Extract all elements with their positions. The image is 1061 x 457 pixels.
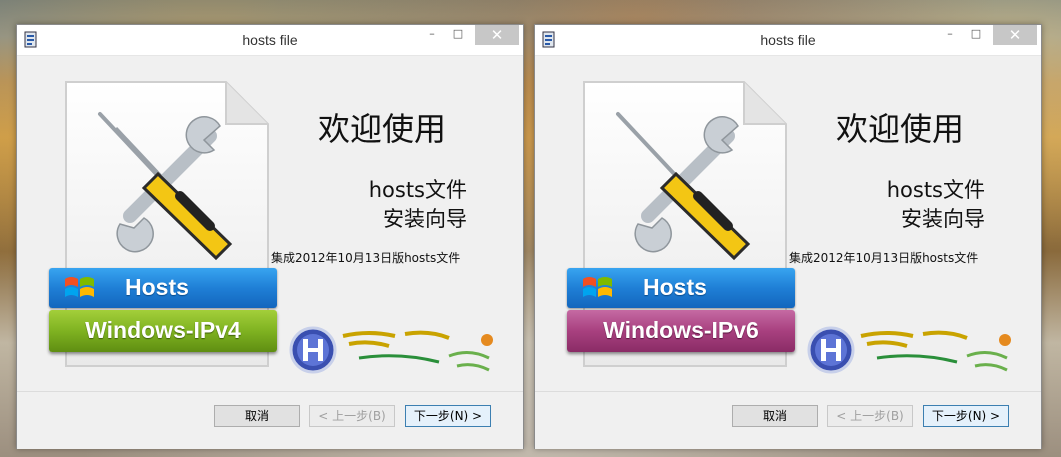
- ipv6-banner: Windows-IPv6: [567, 310, 795, 352]
- wizard-content: 欢迎使用 hosts文件 安装向导 集成2012年10月13日版hosts文件 …: [535, 56, 1041, 391]
- next-button[interactable]: 下一步(N) >: [405, 405, 491, 427]
- cancel-button[interactable]: 取消: [214, 405, 300, 427]
- brand-logo-icon: [807, 326, 855, 374]
- version-description: 集成2012年10月13日版hosts文件: [789, 251, 979, 265]
- hosts-banner-label: Hosts: [643, 274, 707, 300]
- welcome-heading: 欢迎使用: [317, 110, 446, 148]
- windows-flag-icon: [65, 277, 94, 297]
- ipv6-banner-label: Windows-IPv6: [603, 317, 759, 343]
- minimize-button[interactable]: –: [937, 25, 963, 45]
- version-description: 集成2012年10月13日版hosts文件: [271, 251, 461, 265]
- next-button[interactable]: 下一步(N) >: [923, 405, 1009, 427]
- subtitle-hosts-file: hosts文件: [368, 178, 467, 202]
- back-button[interactable]: < 上一步(B): [827, 405, 913, 427]
- maximize-button[interactable]: □: [963, 25, 989, 45]
- installer-window-ipv6: hosts file – □ ✕ 欢迎使用 hosts文件 安装向导 集成201…: [534, 24, 1042, 449]
- close-button[interactable]: ✕: [475, 25, 519, 45]
- subtitle-install-wizard: 安装向导: [901, 207, 985, 231]
- hosts-banner: Hosts: [567, 268, 795, 308]
- welcome-heading: 欢迎使用: [835, 110, 964, 148]
- cancel-button[interactable]: 取消: [732, 405, 818, 427]
- ipv4-banner: Windows-IPv4: [49, 310, 277, 352]
- wizard-footer: 取消 < 上一步(B) 下一步(N) >: [17, 391, 523, 449]
- hosts-banner-label: Hosts: [125, 274, 189, 300]
- subtitle-install-wizard: 安装向导: [383, 207, 467, 231]
- title-bar[interactable]: hosts file – □ ✕: [535, 25, 1041, 56]
- brand-logo-icon: [289, 326, 337, 374]
- close-button[interactable]: ✕: [993, 25, 1037, 45]
- wizard-footer: 取消 < 上一步(B) 下一步(N) >: [535, 391, 1041, 449]
- subtitle-hosts-file: hosts文件: [886, 178, 985, 202]
- hosts-banner: Hosts: [49, 268, 277, 308]
- maximize-button[interactable]: □: [445, 25, 471, 45]
- back-button[interactable]: < 上一步(B): [309, 405, 395, 427]
- title-bar[interactable]: hosts file – □ ✕: [17, 25, 523, 56]
- windows-flag-icon: [583, 277, 612, 297]
- minimize-button[interactable]: –: [419, 25, 445, 45]
- brand-calligraphy-logo: [860, 330, 1011, 372]
- wizard-content: 欢迎使用 hosts文件 安装向导 集成2012年10月13日版hosts文件 …: [17, 56, 523, 391]
- ipv4-banner-label: Windows-IPv4: [85, 317, 241, 343]
- installer-window-ipv4: hosts file – □ ✕ 欢迎使用 hosts文件 安装向导 集成201…: [16, 24, 524, 449]
- brand-calligraphy-logo: [342, 330, 493, 372]
